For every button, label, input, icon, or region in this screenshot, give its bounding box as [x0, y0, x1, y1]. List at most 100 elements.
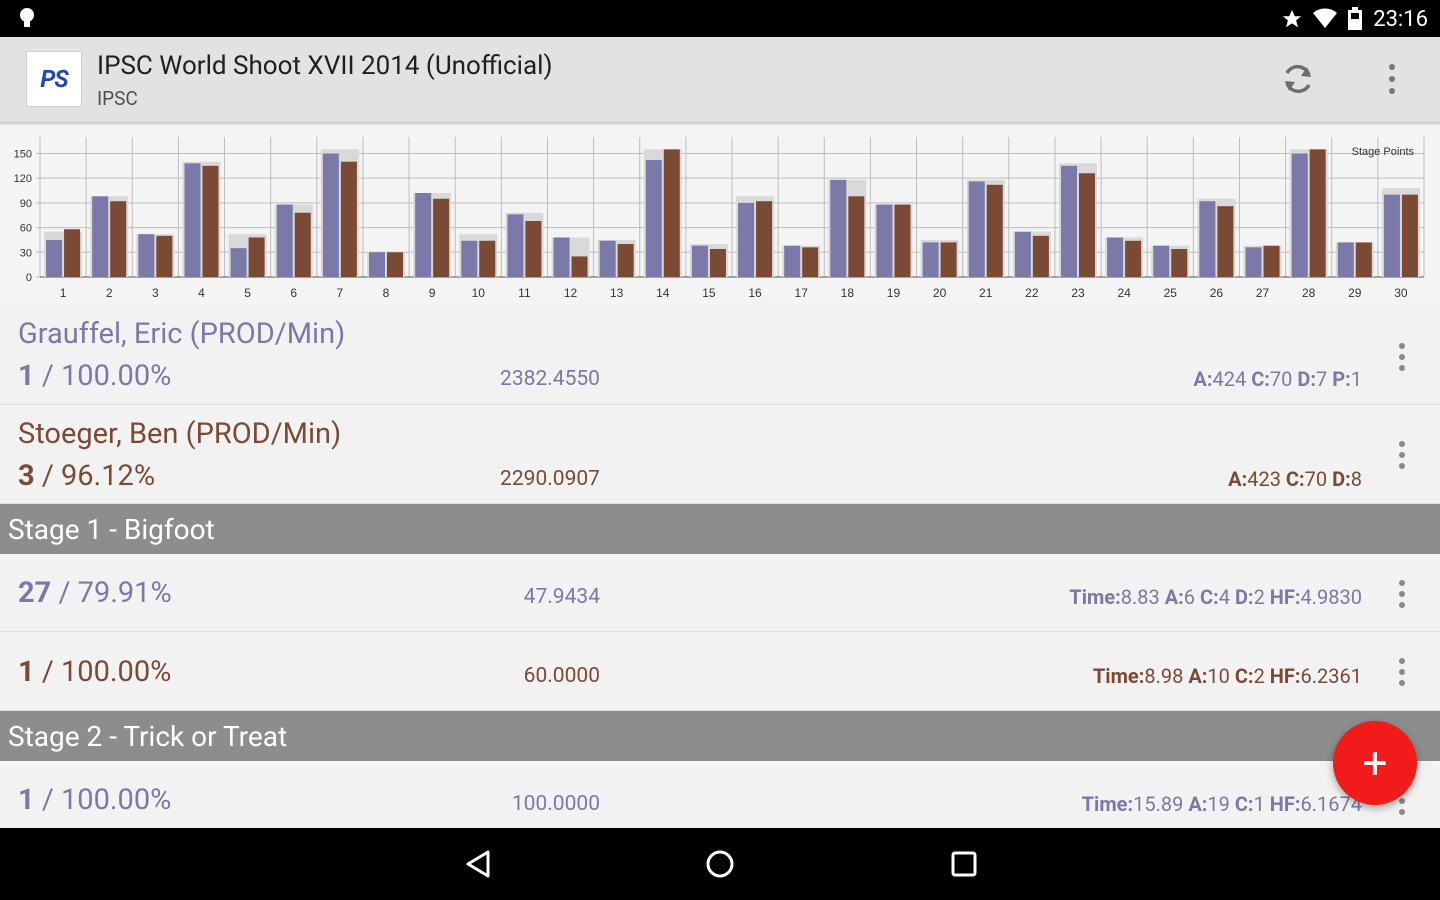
detail-label: HF: [1269, 585, 1301, 609]
row-overflow-button[interactable] [1389, 654, 1415, 690]
x-tick-label: 2 [106, 286, 113, 300]
detail-value: 1 [1350, 367, 1362, 391]
stage-header[interactable]: Stage 2 - Trick or Treat [0, 711, 1440, 761]
series2-bar [1079, 173, 1095, 277]
stage-rank: 1 / 100.00% [18, 655, 172, 689]
stage-rank: 1 / 100.00% [18, 783, 172, 817]
x-tick-label: 27 [1256, 286, 1270, 300]
x-tick-label: 13 [610, 286, 624, 300]
detail-label: HF: [1269, 664, 1301, 688]
x-tick-label: 11 [518, 286, 531, 300]
overflow-dot [1389, 64, 1395, 70]
series1-bar [691, 245, 708, 277]
series1-bar [92, 196, 109, 277]
row-overflow-button[interactable] [1389, 576, 1415, 612]
stage-header[interactable]: Stage 1 - Bigfoot [0, 504, 1440, 554]
shooter-details: A:424 C:70 D:7 P:1 [1193, 367, 1362, 391]
series1-bar [369, 252, 385, 277]
row-overflow-button[interactable] [1389, 437, 1415, 473]
detail-value: 15.89 [1133, 792, 1189, 816]
row-overflow-button[interactable] [1389, 339, 1415, 375]
stage-points: 47.9434 [523, 585, 600, 609]
series2-bar [617, 244, 634, 277]
series1-bar [784, 245, 801, 277]
detail-label: D: [1297, 367, 1317, 391]
x-tick-label: 30 [1394, 286, 1408, 300]
y-tick-label: 90 [20, 198, 32, 210]
detail-label: A: [1193, 367, 1213, 391]
series1-bar [1014, 231, 1031, 277]
stage-result-row[interactable]: 27 / 79.91% 47.9434 Time:8.83 A:6 C:4 D:… [0, 554, 1440, 632]
y-tick-label: 150 [14, 148, 32, 160]
series2-bar [1309, 149, 1326, 277]
detail-value: 70 [1269, 367, 1298, 391]
x-tick-label: 6 [290, 286, 297, 300]
recents-icon[interactable] [944, 844, 984, 884]
back-icon[interactable] [458, 844, 498, 884]
detail-value: 6 [1183, 585, 1200, 609]
stage-result-row[interactable]: 1 / 100.00% 100.0000 Time:15.89 A:19 C:1… [0, 761, 1440, 828]
app-logo: PS [26, 51, 82, 107]
overflow-menu-button[interactable] [1378, 59, 1406, 99]
series2-bar [202, 165, 219, 277]
series2-bar [525, 221, 542, 277]
x-tick-label: 1 [60, 286, 67, 300]
series1-bar [1199, 201, 1216, 277]
series1-bar [738, 202, 755, 277]
detail-label: P: [1332, 367, 1351, 391]
detail-value: 8.83 [1120, 585, 1165, 609]
home-icon[interactable] [700, 844, 740, 884]
stage-result-row[interactable]: 1 / 100.00% 60.0000 Time:8.98 A:10 C:2 H… [0, 632, 1440, 711]
battery-icon [1348, 7, 1363, 30]
stage-points: 60.0000 [523, 664, 600, 688]
detail-value: 423 [1247, 467, 1286, 491]
x-tick-label: 4 [198, 286, 205, 300]
shooter-name: Stoeger, Ben (PROD/Min) [18, 417, 342, 451]
series2-bar [1217, 206, 1234, 277]
series2-bar [248, 237, 265, 277]
refresh-icon[interactable] [1278, 59, 1318, 99]
detail-label: C: [1200, 585, 1219, 609]
detail-label: C: [1285, 467, 1305, 491]
x-tick-label: 19 [887, 286, 901, 300]
detail-value: 4 [1218, 585, 1235, 609]
series2-bar [571, 256, 588, 277]
detail-value: 10 [1207, 664, 1235, 688]
detail-value: 6.2361 [1300, 664, 1362, 688]
stage-points-chart[interactable]: 0 30 60 90 120 150 1 2 3 4 5 6 7 8 9 10 11 12 13 14 15 16 17 18… [0, 125, 1440, 305]
detail-label: A: [1164, 585, 1184, 609]
shooter-name: Grauffel, Eric (PROD/Min) [18, 317, 346, 351]
series1-bar [507, 214, 524, 277]
series2-bar [387, 252, 403, 277]
detail-label: Time: [1069, 585, 1121, 609]
detail-value: 1 [1253, 792, 1270, 816]
series1-bar [415, 193, 432, 277]
detail-value: 2 [1253, 664, 1270, 688]
x-tick-label: 20 [933, 286, 947, 300]
detail-label: C: [1234, 664, 1254, 688]
detail-value: 424 [1212, 367, 1252, 391]
navigation-bar [0, 828, 1440, 900]
detail-label: Time: [1081, 792, 1134, 816]
wifi-icon [1313, 8, 1338, 28]
shooter-points: 2382.4550 [500, 367, 600, 391]
shooter-row-1[interactable]: Grauffel, Eric (PROD/Min) 1 / 100.00% 23… [0, 305, 1440, 405]
app-subtitle: IPSC [97, 87, 138, 110]
add-fab-button[interactable]: + [1333, 721, 1417, 805]
detail-label: Time: [1092, 664, 1145, 688]
chart-legend: Stage Points [1352, 146, 1415, 158]
series2-bar [1263, 245, 1280, 277]
series1-bar [1337, 242, 1354, 277]
series2-bar [709, 249, 726, 277]
series2-bar [1171, 249, 1188, 277]
x-tick-label: 16 [748, 286, 762, 300]
x-tick-label: 26 [1210, 286, 1224, 300]
status-time: 23:16 [1373, 6, 1428, 32]
series2-bar [756, 201, 773, 277]
series1-bar [1153, 245, 1170, 277]
series2-bar [156, 235, 173, 277]
x-tick-label: 18 [841, 286, 855, 300]
series1-bar [553, 237, 570, 277]
shooter-row-2[interactable]: Stoeger, Ben (PROD/Min) 3 / 96.12% 2290.… [0, 405, 1440, 504]
series1-bar [830, 179, 847, 277]
